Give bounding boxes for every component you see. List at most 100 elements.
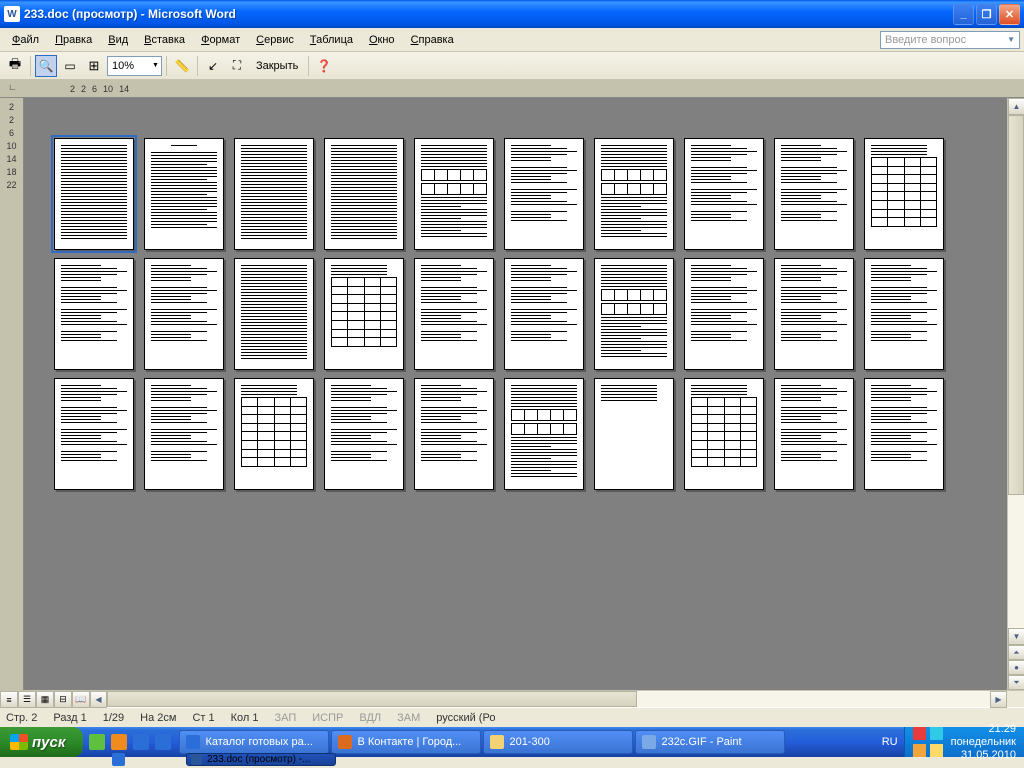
- web-layout-button[interactable]: ☰: [18, 691, 36, 708]
- status-rec[interactable]: ЗАП: [275, 712, 297, 724]
- ruler-toggle-button[interactable]: [171, 55, 193, 77]
- taskbar-task[interactable]: 201-300: [483, 730, 633, 754]
- page-thumbnail[interactable]: [684, 378, 764, 490]
- fullscreen-button[interactable]: [226, 55, 248, 77]
- menu-table[interactable]: Таблица: [302, 32, 361, 48]
- shrink-to-fit-button[interactable]: [202, 55, 224, 77]
- page-thumbnail[interactable]: [414, 258, 494, 370]
- page-thumbnail[interactable]: [504, 258, 584, 370]
- status-col: Кол 1: [231, 712, 259, 724]
- page-thumbnail[interactable]: [324, 138, 404, 250]
- status-language[interactable]: русский (Ро: [436, 712, 495, 724]
- maximize-button[interactable]: ❐: [976, 4, 997, 25]
- language-indicator[interactable]: RU: [876, 727, 904, 757]
- tray-icon[interactable]: [913, 727, 926, 740]
- document-preview-area[interactable]: [24, 98, 1007, 690]
- menu-view[interactable]: Вид: [100, 32, 136, 48]
- ql-icon[interactable]: [89, 734, 105, 750]
- scroll-track[interactable]: [107, 691, 990, 707]
- page-thumbnail[interactable]: [54, 258, 134, 370]
- reading-view-button[interactable]: 📖: [72, 691, 90, 708]
- page-thumbnail[interactable]: [324, 258, 404, 370]
- outline-view-button[interactable]: ⊟: [54, 691, 72, 708]
- tray-volume-icon[interactable]: [930, 744, 943, 757]
- one-page-button[interactable]: [59, 55, 81, 77]
- tray-icon[interactable]: [913, 744, 926, 757]
- tray-network-icon[interactable]: [930, 727, 943, 740]
- menu-edit[interactable]: Правка: [47, 32, 100, 48]
- status-trk[interactable]: ИСПР: [312, 712, 343, 724]
- page-thumbnail[interactable]: [234, 138, 314, 250]
- tab-selector[interactable]: ∟: [8, 82, 20, 94]
- normal-view-button[interactable]: ≡: [0, 691, 18, 708]
- page-thumbnail[interactable]: [594, 138, 674, 250]
- separator: [166, 56, 167, 76]
- page-thumbnail[interactable]: [504, 138, 584, 250]
- prev-page-button[interactable]: ⏶: [1008, 645, 1024, 660]
- taskbar-task[interactable]: 232c.GIF - Paint: [635, 730, 785, 754]
- page-thumbnail[interactable]: [774, 258, 854, 370]
- page-thumbnail[interactable]: [774, 378, 854, 490]
- page-thumbnail[interactable]: [414, 378, 494, 490]
- zoom-combo[interactable]: 10% ▼: [107, 56, 162, 76]
- page-thumbnail[interactable]: [144, 138, 224, 250]
- magnifier-button[interactable]: [35, 55, 57, 77]
- print-button[interactable]: [4, 55, 26, 77]
- close-preview-button[interactable]: Закрыть: [250, 58, 304, 74]
- ql-icon[interactable]: [112, 753, 125, 766]
- page-thumbnail[interactable]: [594, 378, 674, 490]
- ql-show-desktop-icon[interactable]: [155, 734, 171, 750]
- scroll-down-button[interactable]: ▼: [1008, 628, 1024, 645]
- page-thumbnail[interactable]: [324, 378, 404, 490]
- taskbar-task-active[interactable]: 233.doc (просмотр) -...: [186, 753, 336, 766]
- page-thumbnail[interactable]: [594, 258, 674, 370]
- horizontal-scrollbar[interactable]: ◀ ▶: [90, 691, 1024, 707]
- page-thumbnail[interactable]: [414, 138, 494, 250]
- page-thumbnail[interactable]: [684, 258, 764, 370]
- menu-window[interactable]: Окно: [361, 32, 403, 48]
- scroll-thumb[interactable]: [107, 691, 637, 707]
- page-thumbnail[interactable]: [144, 378, 224, 490]
- menu-format[interactable]: Формат: [193, 32, 248, 48]
- ql-icon[interactable]: [133, 734, 149, 750]
- status-ovr[interactable]: ЗАМ: [397, 712, 420, 724]
- vertical-scrollbar[interactable]: ▲ ▼ ⏶ ● ⏷: [1007, 98, 1024, 690]
- close-button[interactable]: ✕: [999, 4, 1020, 25]
- print-layout-button[interactable]: ▦: [36, 691, 54, 708]
- page-thumbnail[interactable]: [774, 138, 854, 250]
- taskbar-task[interactable]: Каталог готовых ра...: [179, 730, 329, 754]
- page-thumbnail[interactable]: [864, 258, 944, 370]
- help-pointer-button[interactable]: [313, 55, 335, 77]
- menu-help[interactable]: Справка: [403, 32, 462, 48]
- page-thumbnail[interactable]: [54, 378, 134, 490]
- help-search-box[interactable]: Введите вопрос ▼: [880, 31, 1020, 49]
- browse-object-button[interactable]: ●: [1008, 660, 1024, 675]
- page-thumbnail[interactable]: [864, 138, 944, 250]
- status-ext[interactable]: ВДЛ: [359, 712, 381, 724]
- page-thumbnail[interactable]: [234, 378, 314, 490]
- menu-file[interactable]: Файл: [4, 32, 47, 48]
- menu-tools[interactable]: Сервис: [248, 32, 302, 48]
- multi-page-button[interactable]: [83, 55, 105, 77]
- tray-clock[interactable]: 21:29 понедельник 31.05.2010: [951, 723, 1016, 762]
- minimize-button[interactable]: _: [953, 4, 974, 25]
- page-thumbnail[interactable]: [864, 378, 944, 490]
- start-button[interactable]: пуск: [0, 727, 83, 757]
- scroll-track[interactable]: [1008, 115, 1024, 628]
- ql-icon[interactable]: [111, 734, 127, 750]
- menu-insert[interactable]: Вставка: [136, 32, 193, 48]
- status-at: На 2см: [140, 712, 176, 724]
- taskbar-task[interactable]: В Контакте | Город...: [331, 730, 481, 754]
- scroll-left-button[interactable]: ◀: [90, 691, 107, 708]
- vertical-ruler: 2 2 6 10 14 18 22: [0, 98, 24, 690]
- page-thumbnail[interactable]: [684, 138, 764, 250]
- next-page-button[interactable]: ⏷: [1008, 675, 1024, 690]
- page-thumbnail[interactable]: [234, 258, 314, 370]
- status-section: Разд 1: [53, 712, 86, 724]
- page-thumbnail[interactable]: [144, 258, 224, 370]
- page-thumbnail[interactable]: [54, 138, 134, 250]
- scroll-up-button[interactable]: ▲: [1008, 98, 1024, 115]
- scroll-right-button[interactable]: ▶: [990, 691, 1007, 708]
- scroll-thumb[interactable]: [1008, 115, 1024, 495]
- page-thumbnail[interactable]: [504, 378, 584, 490]
